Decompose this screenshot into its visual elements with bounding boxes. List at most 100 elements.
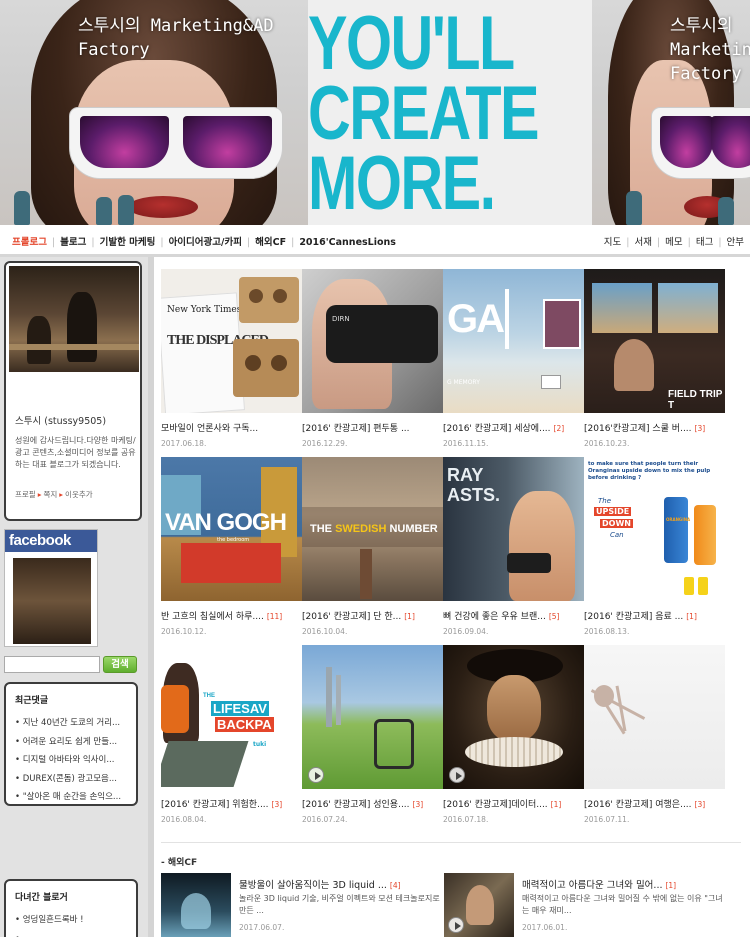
section-divider (161, 842, 741, 843)
post-card[interactable]: FIELD TRIP T [2016'칸광고제] 스쿨 버.... [3] 201… (584, 269, 725, 459)
post-title[interactable]: [2016' 칸광고제] 여행은.... [3] (584, 797, 725, 810)
banner-slogan-panel: YOU'LL CREATE MORE. (308, 0, 592, 225)
post-card[interactable]: to make sure that people turn their Oran… (584, 457, 725, 647)
blog-title-link-repeat[interactable]: 스투시의 Marketing&AD Factory (670, 14, 750, 86)
post-title[interactable]: [2016' 칸광고제]데이터.... [1] (443, 797, 584, 810)
visited-blogger-item[interactable]: 엉덩일흔드록바 ! (15, 911, 135, 930)
profile-box: 스투시 (stussy9505) 성원에 감사드립니다.다양한 마케팅/광고 콘… (4, 261, 142, 521)
main-content: New York Times THE DISPLACED 모바일이 언론사와 구… (148, 257, 750, 937)
post-thumbnail[interactable]: VAN GOGH the bedroom (161, 457, 302, 601)
cf-post-title[interactable]: 매력적이고 아름다운 그녀와 밀어... [1] (522, 877, 676, 891)
recent-comment-item[interactable]: "살아온 매 순간을 손익으... (15, 788, 135, 807)
post-card[interactable]: New York Times THE DISPLACED 모바일이 언론사와 구… (161, 269, 302, 459)
facebook-logo: facebook (5, 530, 97, 552)
post-title[interactable]: [2016' 칸광고제] 음료 ... [1] (584, 609, 725, 622)
post-card[interactable]: DIRN [2016' 칸광고제] 편두통 ... 2016.12.29. (302, 269, 443, 459)
post-date: 2016.10.12. (161, 627, 207, 636)
recent-comments-list: 지난 40년간 도쿄의 거리... 어려운 요리도 쉽게 만들... 디지털 아… (15, 714, 135, 807)
post-date: 2016.08.13. (584, 627, 630, 636)
post-date: 2016.11.15. (443, 439, 489, 448)
post-thumbnail[interactable]: RAY ASTS. (443, 457, 584, 601)
nav-tag[interactable]: 태그 (696, 237, 713, 248)
post-card[interactable]: THE SWEDISH NUMBER [2016' 칸광고제] 단 한... [1… (302, 457, 443, 647)
post-thumbnail[interactable]: THE LIFESAV BACKPA tuki (161, 645, 302, 789)
nav-library[interactable]: 서재 (634, 237, 651, 248)
cf-post-description: 놀라운 3D liquid 기술, 비주얼 이펙트와 모션 테크놀로지로 만든 … (239, 894, 440, 915)
cf-post-thumbnail[interactable] (444, 873, 514, 937)
add-neighbor-link[interactable]: 이웃추가 (65, 490, 93, 499)
nav-overseas-cf[interactable]: 해외CF (255, 237, 286, 248)
recent-comment-item[interactable]: 디지털 아바타와 익사이... (15, 751, 135, 770)
search-button[interactable]: 검색 (103, 656, 137, 673)
post-card[interactable]: [2016' 칸광고제] 여행은.... [3] 2016.07.11. (584, 645, 725, 835)
post-card[interactable]: RAY ASTS. 뼈 건강에 좋은 우유 브랜... [5] 2016.09.04… (443, 457, 584, 647)
profile-description: 성원에 감사드립니다.다양한 마케팅/광고 콘텐츠,소셜미디어 정보를 공유하는… (15, 436, 136, 469)
section-title-overseas-cf[interactable]: - 해외CF (161, 855, 197, 868)
play-icon[interactable] (448, 917, 464, 933)
post-thumbnail[interactable] (443, 645, 584, 789)
nav-blog[interactable]: 블로그 (60, 237, 86, 248)
nav-cannes-lions[interactable]: 2016'CannesLions (299, 237, 396, 248)
post-title[interactable]: [2016' 칸광고제] 단 한... [1] (302, 609, 443, 622)
nav-memo[interactable]: 메모 (665, 237, 682, 248)
post-thumbnail[interactable] (584, 645, 725, 789)
post-title[interactable]: [2016' 칸광고제] 성인용.... [3] (302, 797, 443, 810)
profile-link[interactable]: 프로필 (15, 490, 36, 499)
post-date: 2016.07.18. (443, 815, 489, 824)
play-icon[interactable] (449, 767, 465, 783)
nav-prologue[interactable]: 프롤로그 (12, 237, 47, 248)
recent-comment-item[interactable]: 어려운 요리도 쉽게 만들... (15, 733, 135, 752)
post-title[interactable]: [2016' 칸광고제] 위험한.... [3] (161, 797, 302, 810)
facebook-profile-photo[interactable] (13, 558, 91, 644)
post-title[interactable]: 모바일이 언론사와 구독... (161, 421, 302, 434)
visited-bloggers-box: 다녀간 블로거 엉덩일흔드록바 ! (4, 879, 138, 937)
visited-bloggers-list: 엉덩일흔드록바 ! (15, 911, 135, 937)
blog-title-link[interactable]: 스투시의 Marketing&AD Factory (78, 14, 298, 62)
nav-idea-ad-copy[interactable]: 아이디어광고/카피 (169, 237, 242, 248)
post-date: 2016.12.29. (302, 439, 348, 448)
visited-blogger-item[interactable] (15, 930, 135, 937)
profile-links: 프로필 ▸ 쪽지 ▸ 이웃추가 (15, 489, 93, 500)
post-thumbnail[interactable]: FIELD TRIP T (584, 269, 725, 413)
profile-photo[interactable] (9, 266, 139, 372)
post-date: 2016.09.04. (443, 627, 489, 636)
post-card[interactable]: GA G MEMORY [2016' 칸광고제] 세상에.... [2] 2016… (443, 269, 584, 459)
recent-comments-title: 최근댓글 (15, 696, 49, 706)
facebook-widget[interactable]: facebook (4, 529, 98, 647)
post-thumbnail[interactable]: THE SWEDISH NUMBER (302, 457, 443, 601)
cf-post-thumbnail[interactable] (161, 873, 231, 937)
post-title[interactable]: 반 고흐의 침실에서 하루.... [11] (161, 609, 302, 622)
post-title[interactable]: [2016'칸광고제] 스쿨 버.... [3] (584, 421, 725, 434)
nav-creative-marketing[interactable]: 기발한 마케팅 (100, 237, 156, 248)
recent-comment-item[interactable]: 지난 40년간 도쿄의 거리... (15, 714, 135, 733)
post-card[interactable]: VAN GOGH the bedroom 반 고흐의 침실에서 하루.... [1… (161, 457, 302, 647)
recent-comment-item[interactable]: DUREX(콘돔) 광고모음... (15, 770, 135, 789)
recent-comments-box: 최근댓글 지난 40년간 도쿄의 거리... 어려운 요리도 쉽게 만들... … (4, 682, 138, 806)
post-card[interactable]: THE LIFESAV BACKPA tuki [2016' 칸광고제] 위험한… (161, 645, 302, 835)
utility-menu: 지도 | 서재 | 메모 | 태그 | 안부 (603, 237, 744, 248)
post-title[interactable]: 뼈 건강에 좋은 우유 브랜... [5] (443, 609, 584, 622)
post-title[interactable]: [2016' 칸광고제] 세상에.... [2] (443, 421, 584, 434)
post-card[interactable]: [2016' 칸광고제]데이터.... [1] 2016.07.18. (443, 645, 584, 835)
post-thumbnail[interactable]: New York Times THE DISPLACED (161, 269, 302, 413)
post-thumbnail[interactable]: to make sure that people turn their Oran… (584, 457, 725, 601)
cf-post-item[interactable]: 물방울이 살아움직이는 3D liquid ... [4] 놀라운 3D liqu… (161, 873, 451, 937)
post-thumbnail[interactable]: DIRN (302, 269, 443, 413)
post-date: 2017.06.18. (161, 439, 207, 448)
post-card[interactable]: [2016' 칸광고제] 성인용.... [3] 2016.07.24. (302, 645, 443, 835)
cf-post-item[interactable]: 매력적이고 아름다운 그녀와 밀어... [1] 매력적이고 아름다운 그녀와 밀… (444, 873, 734, 937)
cf-post-title[interactable]: 물방울이 살아움직이는 3D liquid ... [4] (239, 877, 401, 891)
bullet-icon: ▸ (59, 490, 64, 499)
search-input[interactable] (4, 656, 100, 673)
cf-post-description: 매력적이고 아름다운 그녀와 밀어질 수 밖에 없는 이유 "그녀는 매우 재미… (522, 894, 723, 915)
post-date: 2016.10.04. (302, 627, 348, 636)
profile-name[interactable]: 스투시 (stussy9505) (15, 413, 106, 427)
post-title[interactable]: [2016' 칸광고제] 편두통 ... (302, 421, 443, 434)
banner-slogan-line: MORE. (308, 141, 496, 225)
message-link[interactable]: 쪽지 (43, 490, 57, 499)
post-thumbnail[interactable] (302, 645, 443, 789)
nav-guestbook[interactable]: 안부 (727, 237, 744, 248)
nav-map[interactable]: 지도 (604, 237, 621, 248)
play-icon[interactable] (308, 767, 324, 783)
post-thumbnail[interactable]: GA G MEMORY (443, 269, 584, 413)
